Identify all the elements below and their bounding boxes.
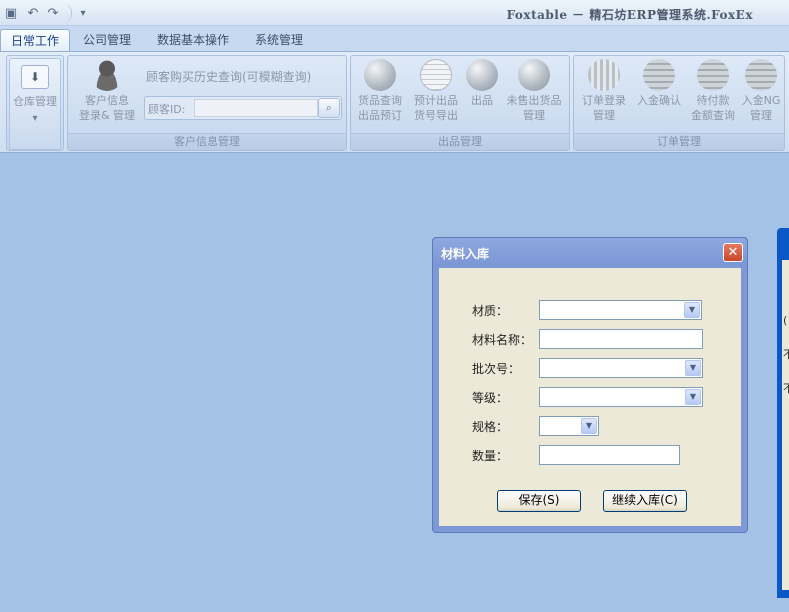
product-query-button[interactable]: 货品查询 出品预订 bbox=[355, 59, 405, 123]
user-icon bbox=[91, 59, 123, 91]
grade-label: 等级： bbox=[472, 391, 509, 405]
quantity-label: 数量： bbox=[472, 449, 509, 463]
customer-group: 客户信息 登录& 管理 顾客购买历史查询(可模糊查询) 顾客ID: ⌕ 客户信息… bbox=[67, 55, 347, 151]
payment-ng-line2: 管理 bbox=[750, 109, 772, 122]
order-entry-button[interactable]: 订单登录 管理 bbox=[578, 59, 630, 123]
tab-data-operations[interactable]: 数据基本操作 bbox=[147, 29, 239, 52]
customer-info-line1: 客户信息 bbox=[85, 94, 129, 107]
material-select[interactable]: ▼ bbox=[539, 300, 702, 320]
customer-group-caption: 客户信息管理 bbox=[68, 133, 346, 150]
outbound-button[interactable]: 出品 bbox=[464, 59, 500, 108]
document-icon bbox=[420, 59, 452, 91]
order-group: 订单登录 管理 入金确认 待付款 金额查询 入金NG 管理 订单管理 bbox=[573, 55, 785, 151]
save-button[interactable]: 保存(S) bbox=[497, 490, 581, 512]
warehouse-group: ⬇ 仓库管理 ▾ bbox=[6, 55, 64, 151]
pending-payment-line2: 金额查询 bbox=[691, 109, 735, 122]
tab-daily-work[interactable]: 日常工作 bbox=[0, 29, 71, 52]
pending-payment-button[interactable]: 待付款 金额查询 bbox=[686, 59, 740, 123]
payment-confirm-button[interactable]: 入金确认 bbox=[633, 59, 685, 108]
coins-icon bbox=[643, 59, 675, 91]
unsold-goods-button[interactable]: 未售出货品 管理 bbox=[501, 59, 567, 123]
purchase-history-label: 顾客购买历史查询(可模糊查询) bbox=[146, 70, 312, 84]
product-query-line2: 出品预订 bbox=[358, 109, 402, 122]
window-title: Foxtable － 精石坊ERP管理系统.FoxEx bbox=[506, 8, 753, 22]
batch-no-label: 批次号： bbox=[472, 362, 521, 376]
close-icon[interactable]: ✕ bbox=[723, 243, 743, 262]
dialog-title: 材料入库 bbox=[441, 247, 490, 261]
recycle-icon bbox=[518, 59, 550, 91]
unsold-goods-line1: 未售出货品 bbox=[506, 94, 562, 107]
title-bar: ▣ ↶ ↷ ▾ Foxtable － 精石坊ERP管理系统.FoxEx bbox=[0, 0, 789, 26]
customize-icon[interactable]: ▾ bbox=[74, 4, 92, 22]
product-query-line1: 货品查询 bbox=[358, 94, 402, 107]
chevron-down-icon[interactable]: ▼ bbox=[581, 418, 597, 434]
redo-icon[interactable]: ↷ bbox=[44, 4, 62, 22]
chevron-down-icon[interactable]: ▼ bbox=[685, 389, 701, 405]
order-entry-line2: 管理 bbox=[593, 109, 615, 122]
coins-cancel-icon bbox=[745, 59, 777, 91]
search-icon[interactable]: ⌕ bbox=[318, 98, 340, 118]
dialog-body: 材质： ▼ 材料名称： 批次号： ▼ 等级： ▼ 规格： ▼ 数量： 保存(S)… bbox=[439, 268, 741, 526]
background-window-text: 不 bbox=[783, 382, 789, 395]
chevron-down-icon: ▾ bbox=[32, 113, 38, 124]
basket-icon bbox=[588, 59, 620, 91]
planned-outbound-line2: 货号导出 bbox=[414, 109, 458, 122]
tab-company-management[interactable]: 公司管理 bbox=[73, 29, 141, 52]
coins-hand-icon bbox=[697, 59, 729, 91]
warehouse-button[interactable]: ⬇ 仓库管理 ▾ bbox=[9, 58, 61, 150]
chevron-down-icon[interactable]: ▼ bbox=[684, 302, 700, 318]
order-group-caption: 订单管理 bbox=[574, 133, 784, 150]
customer-id-field: 顾客ID: ⌕ bbox=[144, 96, 342, 120]
chevron-down-icon[interactable]: ▼ bbox=[685, 360, 701, 376]
payment-ng-button[interactable]: 入金NG 管理 bbox=[740, 59, 782, 123]
material-label: 材质： bbox=[472, 304, 509, 318]
globe-icon bbox=[466, 59, 498, 91]
customer-id-input[interactable] bbox=[194, 99, 318, 117]
background-window-body bbox=[782, 260, 789, 590]
background-window-text: ( bbox=[783, 314, 788, 327]
payment-ng-line1: 入金NG bbox=[741, 94, 781, 107]
save-icon[interactable]: ▣ bbox=[2, 4, 20, 22]
spec-select[interactable]: ▼ bbox=[539, 416, 599, 436]
quick-access-divider bbox=[64, 4, 72, 22]
outbound-group: 货品查询 出品预订 预计出品 货号导出 出品 未售出货品 管理 出品管理 bbox=[350, 55, 570, 151]
download-icon: ⬇ bbox=[21, 65, 49, 89]
background-window-text: 不 bbox=[783, 348, 789, 361]
customer-info-line2: 登录& 管理 bbox=[78, 109, 136, 122]
background-window[interactable] bbox=[777, 228, 789, 598]
spec-label: 规格： bbox=[472, 420, 509, 434]
payment-confirm-line1: 入金确认 bbox=[637, 94, 681, 107]
planned-outbound-line1: 预计出品 bbox=[414, 94, 458, 107]
material-name-label: 材料名称： bbox=[472, 333, 533, 347]
dialog-title-bar[interactable]: 材料入库 ✕ bbox=[433, 238, 747, 266]
customer-id-label: 顾客ID: bbox=[148, 103, 186, 116]
undo-icon[interactable]: ↶ bbox=[24, 4, 42, 22]
warehouse-label: 仓库管理 bbox=[13, 95, 57, 108]
ribbon: ⬇ 仓库管理 ▾ 客户信息 登录& 管理 顾客购买历史查询(可模糊查询) 顾客I… bbox=[0, 51, 789, 153]
tab-system-management[interactable]: 系统管理 bbox=[245, 29, 313, 52]
pending-payment-line1: 待付款 bbox=[696, 94, 730, 107]
magnifier-icon bbox=[364, 59, 396, 91]
continue-inbound-button[interactable]: 继续入库(C) bbox=[603, 490, 687, 512]
planned-outbound-button[interactable]: 预计出品 货号导出 bbox=[409, 59, 463, 123]
customer-info-button[interactable]: 客户信息 登录& 管理 bbox=[72, 59, 142, 123]
unsold-goods-line2: 管理 bbox=[523, 109, 545, 122]
batch-no-select[interactable]: ▼ bbox=[539, 358, 703, 378]
material-name-input[interactable] bbox=[539, 329, 703, 349]
outbound-line1: 出品 bbox=[471, 94, 493, 107]
quantity-input[interactable] bbox=[539, 445, 680, 465]
ribbon-tabs: 日常工作 公司管理 数据基本操作 系统管理 bbox=[0, 26, 789, 52]
grade-select[interactable]: ▼ bbox=[539, 387, 703, 407]
order-entry-line1: 订单登录 bbox=[582, 94, 626, 107]
material-inbound-dialog: 材料入库 ✕ 材质： ▼ 材料名称： 批次号： ▼ 等级： ▼ 规格： ▼ 数量… bbox=[432, 237, 748, 533]
outbound-group-caption: 出品管理 bbox=[351, 133, 569, 150]
